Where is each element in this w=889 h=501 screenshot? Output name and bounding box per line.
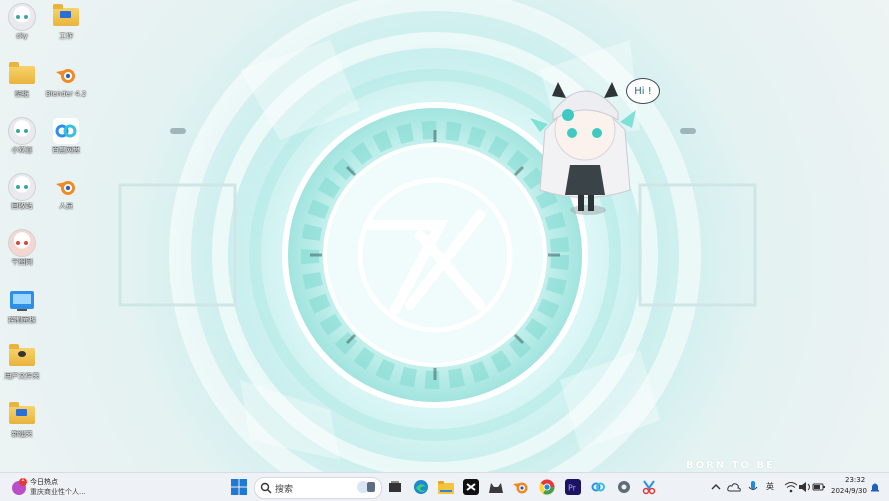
desktop-icon-user-folder[interactable]: 用户文件夹: [0, 344, 44, 381]
news-badge: 1: [21, 476, 25, 483]
avatar-icon: [8, 3, 36, 31]
chevron-up-icon: [711, 484, 721, 490]
ime-indicator[interactable]: 英: [766, 481, 774, 492]
capcut-icon: [463, 479, 479, 495]
desktop-icon-label: 千图网: [11, 258, 33, 266]
desktop-wallpaper: [0, 0, 889, 472]
search-highlight-icon: [357, 481, 375, 493]
wallpaper-art: [118, 0, 757, 472]
clock-date[interactable]: 2024/9/30: [831, 487, 867, 495]
news-widget-icon: [12, 478, 27, 495]
tray-onedrive[interactable]: [725, 478, 743, 496]
desktop-icon-blender-people[interactable]: 人员: [44, 174, 88, 211]
taskbar-app-capcut[interactable]: [462, 478, 480, 496]
taskbar-app-edge[interactable]: [412, 478, 430, 496]
avatar-icon: [8, 173, 36, 201]
microphone-icon: [748, 481, 758, 490]
folder-icon: [8, 344, 36, 370]
taskbar-app-file-explorer[interactable]: [437, 478, 455, 496]
desktop-icon-label: 控制面板: [8, 316, 36, 324]
taskbar-app-settings[interactable]: [615, 478, 633, 496]
blender-icon: [513, 482, 528, 494]
task-view-icon: [389, 481, 401, 492]
desktop-icon-xiaohuanxi[interactable]: 小欢喜: [0, 117, 44, 155]
windows-logo-icon: [231, 479, 247, 495]
baidu-netdisk-icon: [591, 482, 605, 492]
start-button[interactable]: [230, 478, 248, 496]
taskbar-app-baidu-netdisk[interactable]: [589, 478, 607, 496]
taskbar-app-premiere[interactable]: Pr: [564, 478, 582, 496]
avatar-icon: [8, 117, 36, 145]
desktop-icon-label: 人员: [59, 202, 73, 210]
desktop-icon-wallpaper-folder[interactable]: 壁纸: [0, 62, 44, 99]
taskbar-app-chrome[interactable]: [538, 478, 556, 496]
search-icon: [260, 482, 272, 494]
taskbar: 1 今日热点 重庆商业性个人... 搜索 Pr 英 23:32 2024/9/3…: [0, 472, 889, 501]
taskbar-app-blender[interactable]: [512, 478, 530, 496]
news-title: 今日热点: [30, 478, 58, 486]
desktop-icon-label: 工作: [59, 32, 73, 40]
control-panel-icon: [8, 288, 36, 314]
chrome-icon: [539, 479, 555, 495]
bell-icon: [871, 483, 879, 492]
blender-icon: [52, 62, 80, 88]
taskbar-search-box[interactable]: 搜索: [254, 477, 382, 499]
folder-icon: [8, 62, 36, 88]
desktop-icon-label: sky: [16, 32, 28, 40]
desktop-icon-label: Blender 4.2: [45, 90, 87, 98]
desktop-icon-qiantu[interactable]: 千图网: [0, 229, 44, 267]
desktop-icon-blender[interactable]: Blender 4.2: [44, 62, 88, 99]
desktop-icon-label: 壁纸: [15, 90, 29, 98]
desktop-icon-label: 新建夹: [11, 430, 33, 438]
premiere-pro-icon: Pr: [565, 479, 581, 495]
avatar-icon: [8, 229, 36, 257]
search-placeholder: 搜索: [275, 485, 294, 495]
desktop-icon-label: 百度网盘: [52, 146, 80, 154]
edge-icon: [414, 480, 428, 494]
desktop-icon-new-folder[interactable]: 新建夹: [0, 402, 44, 439]
cloud-icon: [727, 483, 741, 492]
blender-icon: [52, 174, 80, 200]
news-subtitle: 重庆商业性个人...: [30, 488, 86, 496]
tray-battery[interactable]: [810, 478, 828, 496]
tray-overflow-button[interactable]: [707, 478, 725, 496]
desktop-icon-label: 回收站: [11, 202, 33, 210]
folder-icon: [438, 481, 454, 494]
desktop-icon-sky[interactable]: sky: [0, 3, 44, 41]
desktop-icon-work-folder[interactable]: 工作: [44, 4, 88, 41]
tray-microphone[interactable]: [744, 478, 762, 496]
folder-icon: [8, 402, 36, 428]
cat-icon: [489, 483, 503, 493]
news-widget[interactable]: 1 今日热点 重庆商业性个人...: [8, 476, 118, 498]
clock-time[interactable]: 23:32: [845, 476, 865, 484]
taskbar-app-snipping-tool[interactable]: [640, 478, 658, 496]
taskbar-app-clash[interactable]: [487, 478, 505, 496]
notification-button[interactable]: [866, 478, 884, 496]
snipping-tool-icon: [642, 480, 656, 495]
desktop-icon-control-panel[interactable]: 控制面板: [0, 288, 44, 325]
task-view-button[interactable]: [386, 478, 404, 496]
speech-bubble: Hi !: [626, 78, 660, 104]
svg-text:Pr: Pr: [568, 484, 577, 493]
brand-text: BORN TO BE: [686, 460, 775, 471]
desktop-icon-baidu-netdisk[interactable]: 百度网盘: [44, 118, 88, 155]
desktop-icon-recycle-bin[interactable]: 回收站: [0, 173, 44, 211]
folder-icon: [52, 4, 80, 30]
desktop-icon-label: 小欢喜: [11, 146, 33, 154]
battery-icon: [812, 483, 825, 491]
baidu-netdisk-icon: [52, 118, 80, 144]
desktop-icon-label: 用户文件夹: [4, 372, 40, 380]
gear-icon: [618, 481, 630, 493]
